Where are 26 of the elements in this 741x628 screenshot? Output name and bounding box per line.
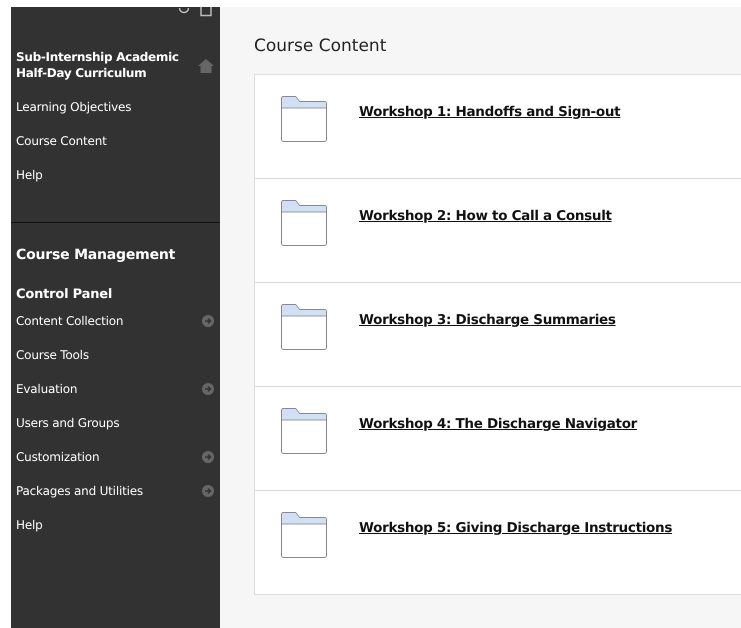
menu-item[interactable]: Learning Objectives: [11, 90, 220, 124]
menu-item-label: Course Tools: [16, 348, 89, 362]
course-title: Sub-Internship Academic Half-Day Curriculum: [16, 49, 180, 81]
control-panel-item[interactable]: Help: [11, 508, 220, 542]
menu-item-label: Users and Groups: [16, 416, 120, 430]
control-panel-item[interactable]: Packages and Utilities: [11, 474, 220, 508]
menu-item[interactable]: Course Content: [11, 124, 220, 158]
menu-item-label: Evaluation: [16, 382, 78, 396]
workshop-link[interactable]: Workshop 4: The Discharge Navigator: [359, 416, 638, 432]
workshop-link[interactable]: Workshop 5: Giving Discharge Instructions: [359, 520, 672, 536]
control-panel-item[interactable]: Customization: [11, 440, 220, 474]
menu-item-label: Packages and Utilities: [16, 484, 143, 498]
menu-item-label: Help: [16, 518, 43, 532]
control-panel-item[interactable]: Course Tools: [11, 338, 220, 372]
control-panel-item[interactable]: Content Collection: [11, 304, 220, 338]
control-panel-heading: Control Panel: [15, 286, 114, 302]
page-title: Course Content: [254, 35, 388, 58]
control-panel-item[interactable]: Evaluation: [11, 372, 220, 406]
menu-item-label: Customization: [16, 450, 100, 464]
menu-item[interactable]: Help: [11, 158, 220, 192]
section-heading: Course Management: [15, 246, 176, 263]
workshop-link[interactable]: Workshop 2: How to Call a Consult: [359, 208, 612, 224]
control-panel-item[interactable]: Users and Groups: [11, 406, 220, 440]
workshop-link[interactable]: Workshop 3: Discharge Summaries: [359, 312, 616, 328]
menu-item-label: Content Collection: [16, 314, 124, 328]
workshop-link[interactable]: Workshop 1: Handoffs and Sign-out: [359, 104, 620, 120]
